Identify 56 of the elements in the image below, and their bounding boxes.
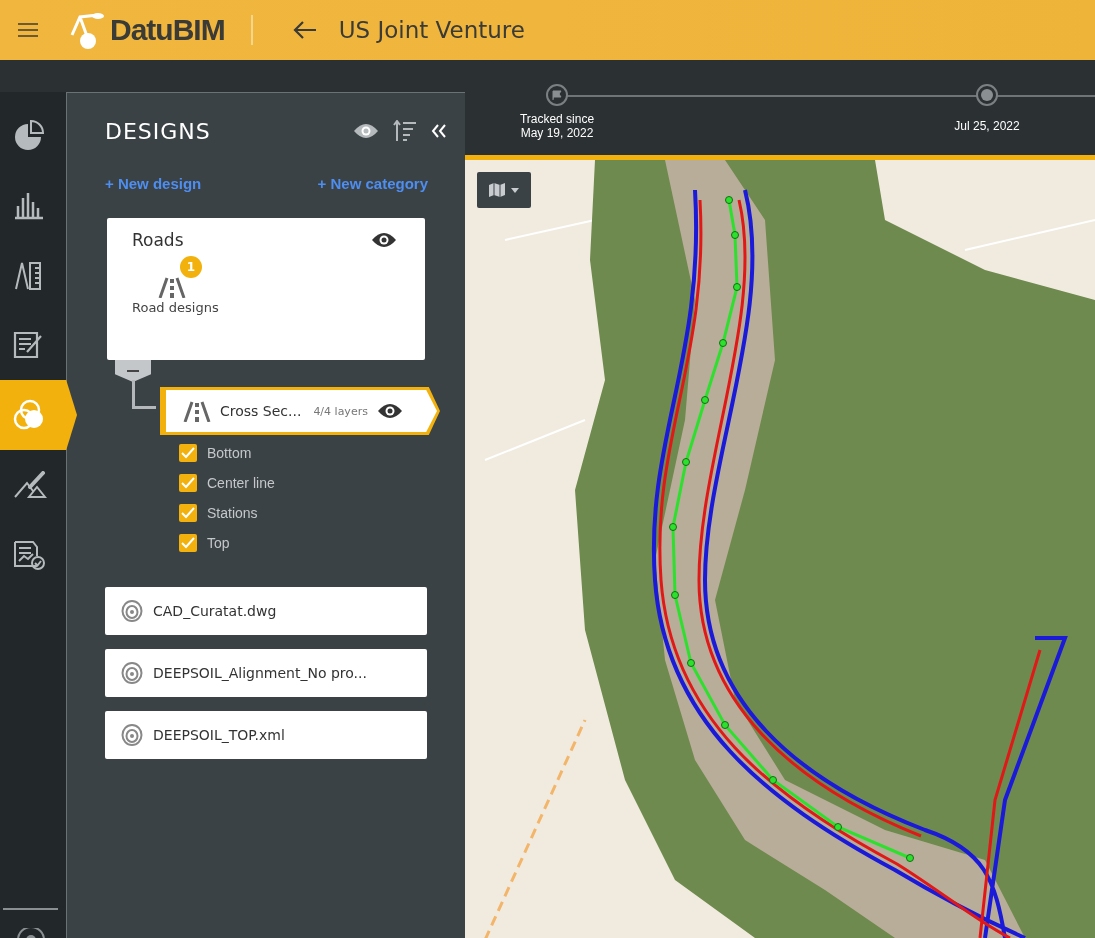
collapse-toggle[interactable] [115, 360, 151, 382]
file-item[interactable]: DEEPSOIL_Alignment_No pro... [105, 649, 427, 697]
file-item[interactable]: DEEPSOIL_TOP.xml [105, 711, 427, 759]
report-check-icon [13, 540, 45, 570]
group-label: Road designs [132, 300, 219, 315]
layer-label: Top [207, 535, 230, 551]
contour-icon [121, 662, 143, 684]
design-name: Cross Sec... [220, 403, 302, 419]
ruler-icon [13, 259, 43, 291]
layer-checkbox[interactable] [179, 534, 197, 552]
bar-chart-icon [13, 190, 45, 220]
timeline-label: Tracked since May 19, 2022 [519, 112, 595, 140]
file-name: CAD_Curatat.dwg [153, 603, 277, 619]
eye-icon[interactable] [371, 232, 397, 248]
map-icon [489, 183, 505, 197]
eye-icon[interactable] [376, 403, 403, 419]
flag-icon [552, 90, 562, 100]
tree-connector-line [132, 380, 156, 409]
timeline-marker[interactable] [546, 84, 568, 106]
layer-checkbox[interactable] [179, 444, 197, 462]
file-name: DEEPSOIL_TOP.xml [153, 727, 285, 743]
menu-icon[interactable] [18, 23, 38, 37]
eye-drawing [353, 123, 379, 139]
dot-icon [981, 89, 993, 101]
contour-icon [121, 600, 143, 622]
panel-title: DESIGNS [105, 118, 212, 144]
design-item[interactable]: Cross Sec... 4/4 layers [160, 387, 440, 435]
project-title: US Joint Venture [338, 17, 525, 43]
pie-chart-icon [13, 119, 47, 151]
sort-icon[interactable] [393, 120, 417, 142]
layer-count: 4/4 layers [313, 404, 368, 418]
layer-label: Bottom [207, 445, 252, 461]
layer-label: Stations [207, 505, 258, 521]
collapse-panel-icon[interactable] [431, 123, 447, 139]
layer-checkbox[interactable] [179, 504, 197, 522]
contour-icon [121, 724, 143, 746]
layer-checkbox[interactable] [179, 474, 197, 492]
file-item[interactable]: CAD_Curatat.dwg [105, 587, 427, 635]
logo-icon [68, 11, 106, 49]
road-icon [183, 400, 211, 422]
road-icon [158, 276, 186, 298]
file-name: DEEPSOIL_Alignment_No pro... [153, 665, 367, 681]
logo-text: DatuBIM [110, 13, 225, 47]
back-arrow-icon[interactable] [292, 21, 317, 39]
rail-item[interactable] [0, 380, 77, 450]
eye-icon[interactable] [353, 123, 379, 139]
layer-label: Center line [207, 475, 275, 491]
category-name: Roads [132, 230, 184, 250]
timeline-marker[interactable] [976, 84, 998, 106]
trowel-icon [13, 471, 47, 499]
timeline-label: Jul 25, 2022 [954, 119, 1020, 133]
map-layers-button[interactable] [477, 172, 531, 208]
edit-document-icon [13, 330, 45, 360]
caret-icon [511, 187, 519, 193]
count-badge: 1 [180, 256, 202, 278]
user-avatar-icon[interactable] [15, 928, 46, 938]
